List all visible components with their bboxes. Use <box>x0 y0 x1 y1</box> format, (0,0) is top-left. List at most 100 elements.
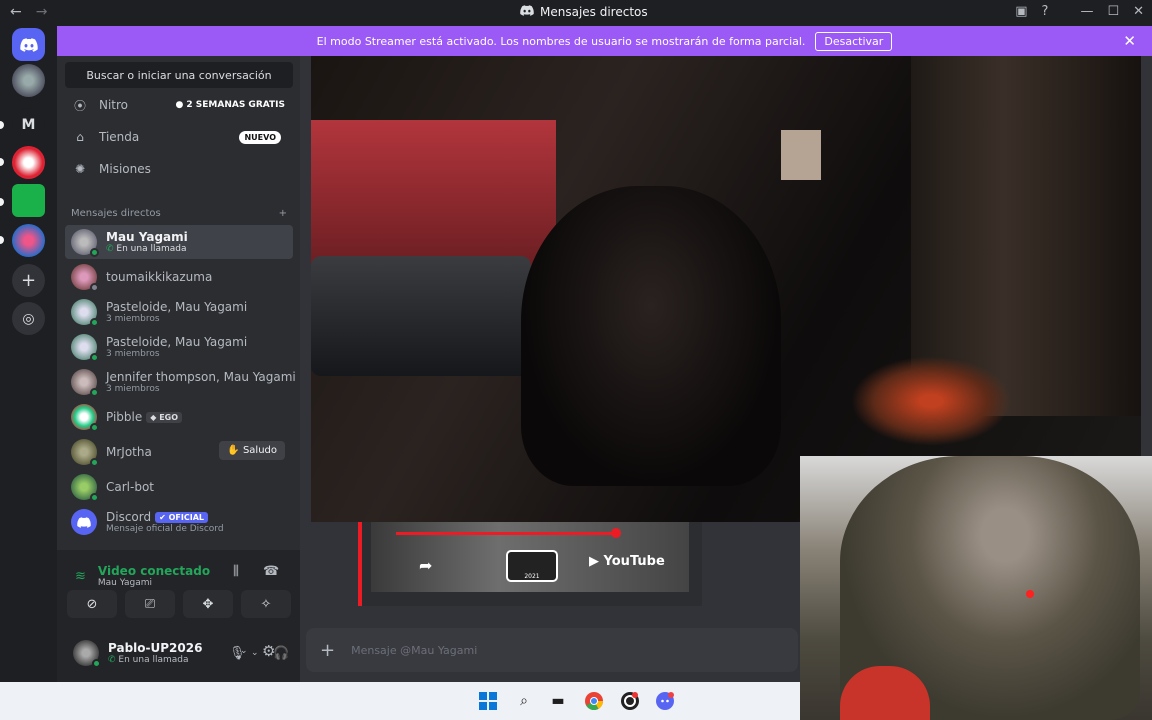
avatar <box>71 229 99 257</box>
file-explorer-icon[interactable]: ▬ <box>548 691 568 711</box>
dm-sidebar: Buscar o iniciar una conversación ⦿ Nitr… <box>57 56 300 682</box>
headphones-dropdown-icon[interactable]: ⌄ <box>240 646 248 656</box>
remote-video-stream[interactable] <box>311 56 1141 522</box>
nav-nitro[interactable]: ⦿ Nitro ● 2 SEMANAS GRATIS <box>65 90 293 120</box>
server-avatar-3[interactable] <box>12 184 45 217</box>
forward-arrow-icon[interactable]: → <box>36 4 48 20</box>
dm-item[interactable]: MrJotha ✋ Saludo <box>65 435 293 469</box>
banner-text: El modo Streamer está activado. Los nomb… <box>316 34 806 48</box>
official-tag: ✔ OFICIAL <box>155 512 208 523</box>
nav-tienda[interactable]: ⌂ Tienda NUEVO <box>65 122 293 152</box>
dm-members: 3 miembros <box>106 384 160 394</box>
disable-streamer-button[interactable]: Desactivar <box>815 31 893 51</box>
server-avatar-4[interactable] <box>12 224 45 257</box>
voice-status: ≋ Video conectado Mau Yagami <box>75 564 210 588</box>
dm-item[interactable]: Carl-bot <box>65 470 293 504</box>
dm-status-text: En una llamada <box>116 244 187 254</box>
avatar <box>71 404 99 432</box>
video-progress <box>396 532 616 535</box>
maximize-icon[interactable]: ☐ <box>1107 4 1119 19</box>
search-conversation-button[interactable]: Buscar o iniciar una conversación <box>65 62 293 88</box>
home-discord-button[interactable] <box>12 28 45 61</box>
wave-button[interactable]: ✋ Saludo <box>219 441 285 460</box>
dm-item[interactable]: toumaikkikazuma <box>65 260 293 294</box>
mic-dropdown-icon[interactable]: ⌄ <box>251 648 259 658</box>
official-tag-text: OFICIAL <box>168 513 204 522</box>
progress-knob <box>611 528 621 538</box>
voice-status-text[interactable]: Video conectado <box>98 564 210 578</box>
server-avatar-2[interactable] <box>12 146 45 179</box>
dm-section-header: Mensajes directos + <box>71 208 287 219</box>
server-m[interactable]: M <box>12 108 45 141</box>
local-camera-overlay <box>800 456 1152 720</box>
voice-channel: Mau Yagami <box>97 578 153 588</box>
streamer-mode-banner: El modo Streamer está activado. Los nomb… <box>57 26 1152 56</box>
dm-item[interactable]: Pasteloide, Mau Yagami 3 miembros <box>65 295 293 329</box>
server-avatar-1[interactable] <box>12 64 45 97</box>
dm-item[interactable]: Pasteloide, Mau Yagami 3 miembros <box>65 330 293 364</box>
embed-accent-bar <box>358 522 362 606</box>
youtube-preview[interactable]: ➦ 2021 ▶ YouTube <box>358 522 702 606</box>
group-avatar <box>71 369 99 397</box>
dm-name: Carl-bot <box>106 480 154 494</box>
discord-logo-icon <box>520 5 534 19</box>
discord-taskbar-icon[interactable] <box>655 691 675 711</box>
close-banner-icon[interactable]: ✕ <box>1123 32 1136 50</box>
disconnect-icon[interactable]: ☎ <box>263 564 279 579</box>
message-composer[interactable]: + Mensaje @Mau Yagami <box>306 628 798 672</box>
help-icon[interactable]: ? <box>1042 4 1049 19</box>
avatar <box>71 509 97 535</box>
nav-misiones[interactable]: ✺ Misiones <box>65 154 293 184</box>
signal-icon: ≋ <box>75 568 86 584</box>
window-title: Mensajes directos <box>540 5 648 19</box>
ego-tag-text: EGO <box>159 413 179 422</box>
user-status: ✆ En una llamada <box>108 655 202 665</box>
dm-name: Mau Yagami <box>106 230 188 244</box>
youtube-thumbnail[interactable]: ➦ 2021 ▶ YouTube <box>371 522 689 592</box>
os-taskbar: ⌕ ▬ <box>0 682 800 720</box>
add-server-button[interactable]: + <box>12 264 45 297</box>
activities-button[interactable]: ✥ <box>183 590 233 618</box>
channel-thumbnail: 2021 <box>506 550 558 582</box>
add-attachment-icon[interactable]: + <box>320 640 335 661</box>
create-dm-icon[interactable]: + <box>279 208 287 219</box>
video-scene <box>311 120 556 270</box>
wave-label: Saludo <box>242 445 277 456</box>
explore-servers-icon[interactable]: ◎ <box>12 302 45 335</box>
nitro-badge: ● 2 SEMANAS GRATIS <box>176 100 285 110</box>
wave-icon: ✋ <box>227 445 240 456</box>
dm-name: Discord <box>106 510 152 524</box>
inbox-icon[interactable]: ▣ <box>1015 4 1027 19</box>
dm-item[interactable]: Jennifer thompson, Mau Yagami 3 miembros <box>65 365 296 399</box>
dm-name: Pasteloide, Mau Yagami <box>106 335 248 349</box>
settings-gear-icon[interactable]: ⚙ <box>262 642 275 660</box>
group-avatar <box>71 299 99 327</box>
share-screen-button[interactable]: ⎚ <box>125 590 175 618</box>
camera-off-button[interactable]: ⊘ <box>67 590 117 618</box>
dm-subtitle: Mensaje oficial de Discord <box>106 524 224 534</box>
user-avatar[interactable] <box>73 640 101 668</box>
server-indicator <box>0 236 4 244</box>
avatar <box>71 439 99 467</box>
minimize-icon[interactable]: — <box>1080 4 1093 19</box>
obs-icon[interactable] <box>620 691 640 711</box>
dm-item[interactable]: Mau Yagami ✆ En una llamada <box>65 225 293 259</box>
share-icon[interactable]: ➦ <box>419 556 432 575</box>
video-scene <box>311 256 531 376</box>
dm-item[interactable]: Discord ✔ OFICIAL Mensaje oficial de Disc… <box>65 505 293 539</box>
dm-name: Jennifer thompson, Mau Yagami <box>106 370 296 384</box>
back-arrow-icon[interactable]: ← <box>10 4 22 20</box>
noise-suppression-icon[interactable]: ⫼ <box>233 564 239 579</box>
dm-header-label: Mensajes directos <box>71 208 161 219</box>
dm-item[interactable]: Pibble ◆ EGO <box>65 400 293 434</box>
youtube-brand: YouTube <box>603 554 665 569</box>
title-bar: ← → Mensajes directos ▣ ? — ☐ ✕ <box>0 0 1152 26</box>
windows-start-icon[interactable] <box>478 691 498 711</box>
chrome-icon[interactable] <box>584 691 604 711</box>
close-window-icon[interactable]: ✕ <box>1133 4 1144 19</box>
message-input[interactable]: Mensaje @Mau Yagami <box>351 644 477 657</box>
dm-members: 3 miembros <box>106 349 160 359</box>
search-icon[interactable]: ⌕ <box>514 691 534 711</box>
phone-icon: ✆ <box>108 655 116 665</box>
soundboard-button[interactable]: ✧ <box>241 590 291 618</box>
